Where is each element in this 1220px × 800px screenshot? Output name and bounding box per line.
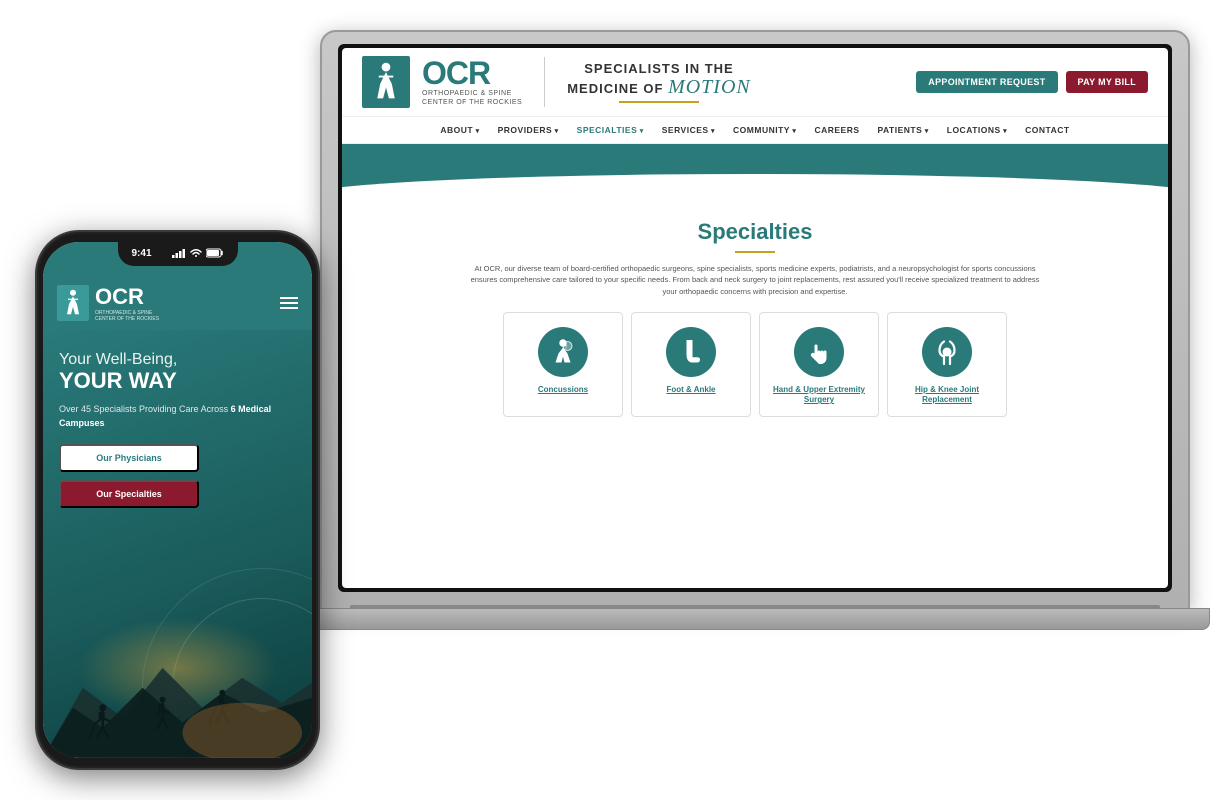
- phone-app: OCR ORTHOPAEDIC & SPINE CENTER OF THE RO…: [43, 242, 312, 758]
- hamburger-menu-button[interactable]: [280, 297, 298, 309]
- phone-app-header: OCR ORTHOPAEDIC & SPINE CENTER OF THE RO…: [43, 278, 312, 330]
- phone-notch: 9:41: [118, 240, 238, 266]
- spec-card-hand[interactable]: Hand & Upper Extremity Surgery: [759, 312, 879, 417]
- phone-ocr-text: OCR: [95, 284, 159, 310]
- hikers-silhouette: [43, 638, 312, 758]
- hero-description: Over 45 Specialists Providing Care Acros…: [59, 403, 296, 430]
- logo-text: OCR ORTHOPAEDIC & SPINE CENTER OF THE RO…: [422, 57, 522, 107]
- hand-label: Hand & Upper Extremity Surgery: [770, 385, 868, 406]
- nav-about[interactable]: ABOUT: [440, 125, 479, 135]
- nav-locations[interactable]: LOCATIONS: [947, 125, 1007, 135]
- phone-logo-box: [57, 285, 89, 321]
- phone: 9:41: [35, 230, 320, 770]
- specialties-title: Specialties: [372, 219, 1138, 245]
- nav-patients[interactable]: PATIENTS: [878, 125, 929, 135]
- foot-figure: [676, 337, 706, 367]
- svg-text:!: !: [565, 344, 567, 350]
- nav-providers[interactable]: PROVIDERS: [498, 125, 559, 135]
- spec-card-foot-ankle[interactable]: Foot & Ankle: [631, 312, 751, 417]
- appointment-request-button[interactable]: Appointment Request: [916, 71, 1057, 93]
- pay-my-bill-button[interactable]: Pay My Bill: [1066, 71, 1148, 93]
- hip-knee-label: Hip & Knee Joint Replacement: [898, 385, 996, 406]
- hip-knee-icon: [922, 327, 972, 377]
- foot-ankle-label: Foot & Ankle: [666, 385, 715, 395]
- logo-subtitle: ORTHOPAEDIC & SPINE CENTER OF THE ROCKIE…: [422, 89, 522, 107]
- logo-ocr-text: OCR: [422, 57, 522, 89]
- tagline-underline: [619, 101, 699, 103]
- phone-time: 9:41: [132, 248, 152, 259]
- battery-icon: [206, 248, 224, 258]
- hamburger-line-3: [280, 307, 298, 309]
- hand-icon: [794, 327, 844, 377]
- hamburger-line-2: [280, 302, 298, 304]
- hamburger-line-1: [280, 297, 298, 299]
- laptop: OCR ORTHOPAEDIC & SPINE CENTER OF THE RO…: [320, 30, 1190, 710]
- specialties-description: At OCR, our diverse team of board-certif…: [465, 263, 1045, 297]
- concussions-figure: !: [548, 337, 578, 367]
- signal-icon: [172, 248, 186, 258]
- hip-knee-figure: [932, 337, 962, 367]
- tagline: SPECIALISTS IN THE MEDICINE OF motion: [567, 61, 751, 103]
- phone-screen: OCR ORTHOPAEDIC & SPINE CENTER OF THE RO…: [43, 242, 312, 758]
- hero-line2: YOUR WAY: [59, 369, 296, 393]
- concussions-icon: !: [538, 327, 588, 377]
- hand-figure: [804, 337, 834, 367]
- nav-services[interactable]: SERVICES: [662, 125, 715, 135]
- tagline-line2: MEDICINE OF motion: [567, 76, 751, 99]
- concussions-label: Concussions: [538, 385, 588, 395]
- hero-line1: Your Well-Being,: [59, 350, 296, 369]
- foot-ankle-icon: [666, 327, 716, 377]
- wifi-icon: [190, 248, 202, 258]
- specialties-underline: [735, 251, 775, 253]
- laptop-base: [300, 608, 1210, 630]
- nav-community[interactable]: COMMUNITY: [733, 125, 796, 135]
- scene: OCR ORTHOPAEDIC & SPINE CENTER OF THE RO…: [0, 0, 1220, 800]
- hero-teal-banner: [342, 144, 1168, 199]
- logo-area: OCR ORTHOPAEDIC & SPINE CENTER OF THE RO…: [362, 56, 751, 108]
- ocr-figure-icon: [371, 62, 401, 102]
- header-buttons: Appointment Request Pay My Bill: [916, 71, 1148, 93]
- specialties-section: Specialties At OCR, our diverse team of …: [342, 199, 1168, 432]
- nav-specialties[interactable]: SPECIALTIES: [577, 125, 644, 135]
- logo-divider: [544, 57, 545, 107]
- phone-logo-icon: [63, 289, 83, 317]
- phone-logo-text: OCR ORTHOPAEDIC & SPINE CENTER OF THE RO…: [95, 284, 159, 322]
- our-physicians-button[interactable]: Our Physicians: [59, 444, 199, 472]
- nav-careers[interactable]: CAREERS: [814, 125, 859, 135]
- phone-ocr-subtitle: ORTHOPAEDIC & SPINE CENTER OF THE ROCKIE…: [95, 310, 159, 322]
- spec-card-concussions[interactable]: ! Concussions: [503, 312, 623, 417]
- laptop-body: OCR ORTHOPAEDIC & SPINE CENTER OF THE RO…: [320, 30, 1190, 610]
- laptop-screen: OCR ORTHOPAEDIC & SPINE CENTER OF THE RO…: [342, 48, 1168, 588]
- phone-status-icons: [172, 248, 224, 258]
- nav-contact[interactable]: CONTACT: [1025, 125, 1069, 135]
- website: OCR ORTHOPAEDIC & SPINE CENTER OF THE RO…: [342, 48, 1168, 588]
- laptop-bezel: OCR ORTHOPAEDIC & SPINE CENTER OF THE RO…: [338, 44, 1172, 592]
- specialties-cards: ! Concussions: [372, 312, 1138, 417]
- phone-cta-buttons: Our Physicians Our Specialties: [59, 444, 199, 508]
- site-nav: ABOUT PROVIDERS SPECIALTIES SERVICES COM…: [342, 117, 1168, 144]
- logo-icon: [362, 56, 410, 108]
- spec-card-hip-knee[interactable]: Hip & Knee Joint Replacement: [887, 312, 1007, 417]
- our-specialties-button[interactable]: Our Specialties: [59, 480, 199, 508]
- phone-logo-area: OCR ORTHOPAEDIC & SPINE CENTER OF THE RO…: [57, 284, 159, 322]
- site-header: OCR ORTHOPAEDIC & SPINE CENTER OF THE RO…: [342, 48, 1168, 117]
- phone-hero-text: Your Well-Being, YOUR WAY Over 45 Specia…: [59, 350, 296, 508]
- tagline-line1: SPECIALISTS IN THE: [567, 61, 751, 76]
- phone-hero: Your Well-Being, YOUR WAY Over 45 Specia…: [43, 330, 312, 758]
